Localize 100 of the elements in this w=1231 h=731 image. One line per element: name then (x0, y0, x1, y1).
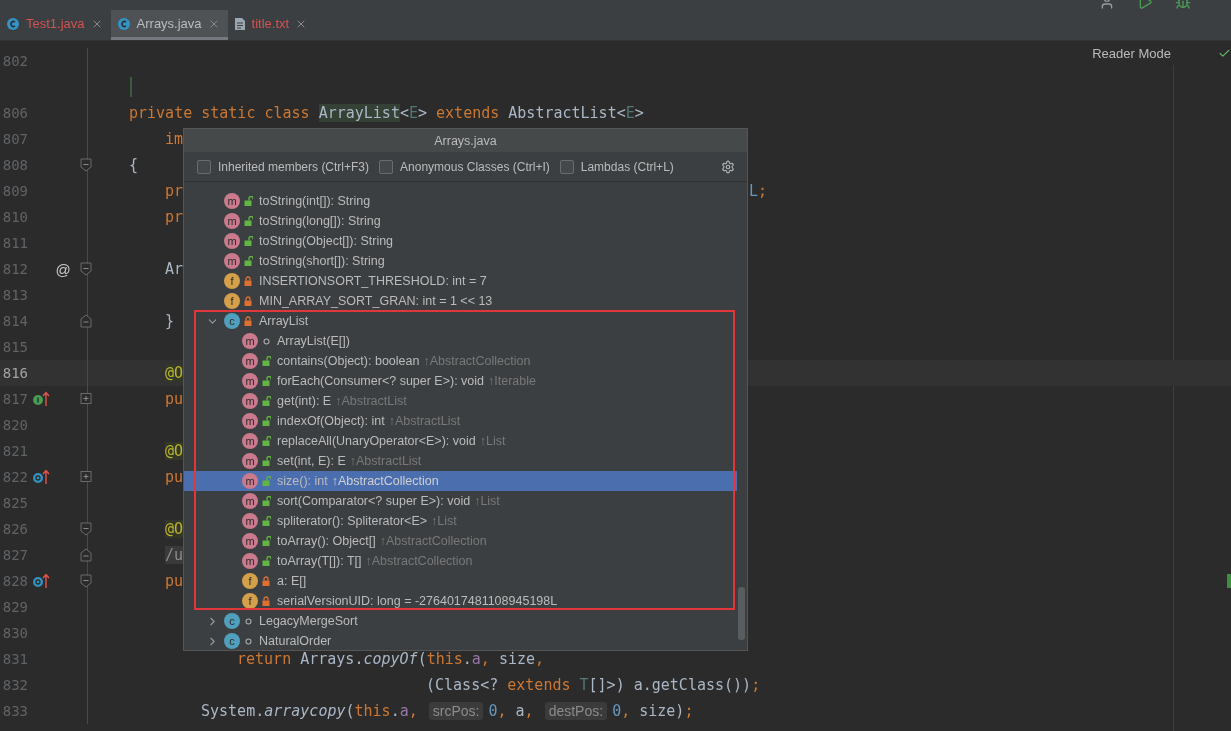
structure-item[interactable]: f MIN_ARRAY_SORT_GRAN: int = 1 << 13 (184, 291, 737, 311)
scrollbar-thumb[interactable] (738, 587, 745, 640)
code-token: pr (165, 208, 184, 226)
package-private-icon (262, 337, 270, 345)
overrides-method-icon[interactable] (32, 573, 50, 589)
structure-item[interactable]: m toString(short[]): String (184, 251, 737, 271)
code-token: Arrays. (300, 650, 364, 668)
fold-collapse-icon[interactable] (80, 262, 92, 276)
code-token: ( (417, 650, 427, 668)
unlocked-icon (261, 396, 271, 406)
structure-item[interactable]: m get(int): E ↑AbstractList (184, 391, 737, 411)
inherited-from: ↑AbstractList (335, 394, 407, 408)
field-icon: f (242, 573, 258, 589)
fold-collapse-icon[interactable] (80, 574, 92, 588)
line-number: 815 (1, 339, 28, 355)
structure-item[interactable]: m ArrayList(E[]) (184, 331, 737, 351)
structure-item[interactable]: m spliterator(): Spliterator<E> ↑List (184, 511, 737, 531)
code-token: } (165, 312, 175, 330)
code-token: pu (165, 468, 184, 486)
change-marker (1227, 574, 1231, 588)
code-token: pr (165, 182, 184, 200)
reader-mode-link[interactable]: Reader Mode (1092, 46, 1171, 61)
editor-tab[interactable]: Arrays.java (110, 10, 228, 40)
line-number: 806 (1, 105, 28, 121)
code-token: ; (758, 182, 768, 200)
member-signature: toString(int[]): String (259, 194, 371, 208)
filter-checkbox[interactable]: Lambdas (Ctrl+L) (559, 159, 674, 174)
member-signature: get(int): E (277, 394, 332, 408)
fold-expand-icon[interactable] (80, 392, 92, 406)
method-icon: m (242, 333, 258, 349)
structure-item[interactable]: f INSERTIONSORT_THRESHOLD: int = 7 (184, 271, 737, 291)
unlocked-icon (261, 536, 271, 546)
member-signature: LegacyMergeSort (259, 614, 358, 628)
structure-item[interactable]: m sort(Comparator<? super E>): void ↑List (184, 491, 737, 511)
inherited-from: ↑Iterable (488, 374, 536, 388)
method-icon: m (242, 373, 258, 389)
structure-item[interactable]: m replaceAll(UnaryOperator<E>): void ↑List (184, 431, 737, 451)
line-number: 810 (1, 209, 28, 225)
method-icon: m (242, 473, 258, 489)
structure-item[interactable]: m size(): int ↑AbstractCollection (184, 471, 737, 491)
structure-item[interactable]: m toString(long[]): String (184, 211, 737, 231)
method-icon: m (242, 433, 258, 449)
structure-item[interactable]: c NaturalOrder (184, 631, 737, 650)
checkbox[interactable] (197, 159, 211, 174)
gutter-mark[interactable]: @ (55, 260, 71, 278)
code-token: E (408, 104, 418, 122)
lock-icon (262, 576, 270, 586)
structure-item[interactable]: m toArray(T[]): T[] ↑AbstractCollection (184, 551, 737, 571)
code-token: this (354, 702, 391, 720)
settings-icon[interactable] (721, 159, 735, 174)
code-token: extends (507, 676, 572, 694)
fold-collapse-icon[interactable] (80, 314, 92, 328)
code-token: , (497, 702, 508, 720)
structure-item[interactable]: m toString(int[]): String (184, 191, 737, 211)
structure-item[interactable]: m set(int, E): E ↑AbstractList (184, 451, 737, 471)
method-icon: m (242, 353, 258, 369)
structure-item[interactable]: c ArrayList (184, 311, 737, 331)
structure-item[interactable]: m toArray(): Object[] ↑AbstractCollection (184, 531, 737, 551)
checkbox[interactable] (559, 159, 574, 174)
fold-expand-icon[interactable] (80, 470, 92, 484)
structure-item[interactable]: c LegacyMergeSort (184, 611, 737, 631)
unlocked-icon (261, 376, 271, 386)
structure-item[interactable]: m forEach(Consumer<? super E>): void ↑Iterable (184, 371, 737, 391)
member-signature: contains(Object): boolean (277, 354, 420, 368)
member-signature: indexOf(Object): int (277, 414, 385, 428)
lock-icon (244, 276, 252, 286)
method-icon: m (242, 513, 258, 529)
lock-icon (244, 296, 252, 306)
code-token: , (480, 650, 491, 668)
unlocked-icon (261, 356, 271, 366)
method-icon: m (242, 533, 258, 549)
unlocked-icon (261, 416, 271, 426)
line-number: 811 (1, 235, 28, 251)
implements-method-icon[interactable] (32, 391, 50, 407)
structure-item[interactable]: f serialVersionUID: long = -2764017481108945198L (184, 591, 737, 611)
checkbox[interactable] (379, 159, 394, 174)
inherited-from: ↑AbstractCollection (379, 534, 487, 548)
fold-collapse-icon[interactable] (80, 158, 92, 172)
member-signature: set(int, E): E (277, 454, 346, 468)
code-token: copyOf (363, 650, 418, 668)
fold-collapse-icon[interactable] (80, 548, 92, 562)
code-token: < (399, 104, 409, 122)
structure-item[interactable]: m indexOf(Object): int ↑AbstractList (184, 411, 737, 431)
structure-item[interactable]: f a: E[] (184, 571, 737, 591)
code-token: 0 (488, 702, 498, 720)
method-icon: m (242, 413, 258, 429)
overrides-method-icon[interactable] (32, 469, 50, 485)
filter-checkbox[interactable]: Anonymous Classes (Ctrl+I) (379, 159, 550, 174)
filter-checkbox[interactable]: Inherited members (Ctrl+F3) (197, 159, 370, 174)
structure-item[interactable]: m toString(Object[]): String (184, 231, 737, 251)
fold-collapse-icon[interactable] (80, 522, 92, 536)
structure-item[interactable]: m contains(Object): boolean ↑AbstractCollection (184, 351, 737, 371)
line-number: 828 (1, 573, 28, 589)
member-signature: toArray(T[]): T[] (277, 554, 362, 568)
member-signature: ArrayList(E[]) (277, 334, 350, 348)
code-token: > (418, 104, 429, 122)
member-signature: INSERTIONSORT_THRESHOLD: int = 7 (259, 274, 487, 288)
popup-title: Arrays.java (184, 129, 747, 152)
check-icon (1218, 47, 1231, 60)
member-signature: forEach(Consumer<? super E>): void (277, 374, 485, 388)
